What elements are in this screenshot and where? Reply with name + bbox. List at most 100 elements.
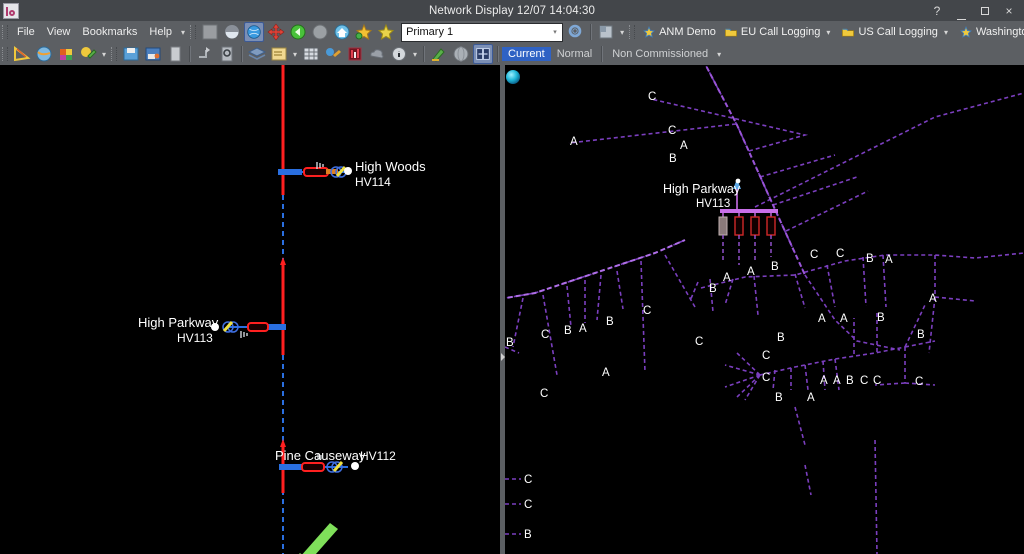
flag-marker-icon[interactable]: [56, 44, 76, 64]
toolbar2-separator-5: [601, 46, 604, 62]
phase-label: C: [540, 388, 548, 400]
site-id-hv112: HV112: [360, 449, 396, 463]
highlight-pen-icon[interactable]: [78, 44, 98, 64]
phase-label: A: [885, 254, 893, 266]
toolbar-separator-1: [590, 24, 593, 40]
save-display-icon[interactable]: [143, 44, 163, 64]
menu-view[interactable]: View: [41, 24, 77, 40]
bookmark-label: Washington: [975, 26, 1024, 38]
toolbar2-grip[interactable]: [2, 47, 8, 61]
world-view-icon[interactable]: [244, 22, 265, 42]
toolbar-grip-2[interactable]: [190, 25, 197, 39]
schematic-view[interactable]: High Woods HV114 High Parkway HV113 Pine…: [0, 65, 500, 554]
bookmark-anm-demo[interactable]: ANM Demo: [638, 24, 720, 40]
schematic-select-icon[interactable]: [596, 22, 616, 42]
zoom-prev-icon[interactable]: [288, 22, 308, 42]
phase-label: B: [777, 332, 785, 344]
site-hv113-geographic[interactable]: High Parkway HV113: [663, 178, 778, 265]
info-caret-icon[interactable]: ▾: [410, 50, 420, 59]
info-icon[interactable]: [389, 44, 409, 64]
phase-label: C: [915, 376, 923, 388]
split-view-icon[interactable]: [473, 44, 494, 64]
map-layer-icon[interactable]: [200, 22, 220, 42]
grid-icon[interactable]: [301, 44, 321, 64]
mode-non-commissioned[interactable]: Non Commissioned: [606, 47, 714, 61]
help-icon[interactable]: ?: [930, 5, 944, 17]
layers-icon[interactable]: [247, 44, 267, 64]
network-trace-icon[interactable]: [195, 44, 215, 64]
bookmark-us-call-logging[interactable]: US Call Logging ▾: [837, 24, 955, 40]
phase-label: A: [570, 136, 578, 148]
flow-arrow-up: [280, 439, 286, 447]
site-hv113-group[interactable]: High Parkway HV113: [138, 315, 286, 345]
zoom-next-icon[interactable]: [310, 22, 330, 42]
pan-tool-icon[interactable]: [266, 22, 286, 42]
phase-label: C: [668, 125, 676, 137]
mode-current[interactable]: Current: [502, 47, 551, 61]
close-button[interactable]: ×: [1002, 5, 1016, 17]
menu-file[interactable]: File: [11, 24, 41, 40]
globe-half-icon[interactable]: [222, 22, 242, 42]
bookmark-label: EU Call Logging: [740, 26, 821, 38]
earth-tool-icon[interactable]: [429, 44, 449, 64]
site-label-hv113: High Parkway: [138, 315, 219, 330]
geographic-view[interactable]: High Parkway HV113 C C B A A B A A B C C…: [505, 65, 1024, 554]
schematic-canvas[interactable]: High Woods HV114 High Parkway HV113 Pine…: [0, 65, 500, 554]
search-record-icon[interactable]: [217, 44, 237, 64]
busbar-hv114: [278, 169, 302, 175]
menu-overflow-caret[interactable]: ▾: [178, 28, 188, 37]
site-hv114-group[interactable]: High Woods HV114: [278, 159, 426, 189]
notes-icon[interactable]: [269, 44, 289, 64]
phase-label: B: [846, 375, 854, 387]
sphere-icon[interactable]: [451, 44, 471, 64]
star-bookmark-icon: [643, 25, 655, 38]
phase-label: A: [747, 266, 755, 278]
site-hv112-group[interactable]: Pine Causeway HV112: [275, 448, 396, 473]
maximize-button[interactable]: [978, 5, 992, 17]
favourite-star-icon[interactable]: [376, 22, 396, 42]
gear-icon[interactable]: [566, 22, 586, 42]
mode-caret-icon[interactable]: ▾: [714, 50, 724, 59]
chevron-down-icon[interactable]: ▾: [941, 28, 951, 37]
window-title: Network Display 12/07 14:04:30: [428, 4, 595, 17]
phase-label: C: [873, 375, 881, 387]
phase-label: A: [818, 313, 826, 325]
tools-caret-icon[interactable]: ▾: [99, 50, 109, 59]
bookmark-washington[interactable]: Washington: [955, 24, 1024, 40]
switch-hv112: [301, 462, 325, 472]
chevron-down-icon[interactable]: ▾: [823, 28, 833, 37]
menu-help[interactable]: Help: [143, 24, 178, 40]
notes-caret-icon[interactable]: ▾: [290, 50, 300, 59]
print-preview-icon[interactable]: [165, 44, 185, 64]
world-paint-icon[interactable]: [34, 44, 54, 64]
display-profile-value: Primary 1: [406, 26, 454, 38]
site-label-hv114: High Woods: [355, 159, 426, 174]
chevron-down-icon[interactable]: ▾: [548, 28, 562, 36]
home-view-icon[interactable]: [332, 22, 352, 42]
menu-bookmarks[interactable]: Bookmarks: [76, 24, 143, 40]
bar-chart-icon[interactable]: [345, 44, 365, 64]
weather-icon[interactable]: [367, 44, 387, 64]
network-lines: [505, 65, 1024, 554]
hv113-breaker-2: [734, 216, 744, 236]
favourite-add-icon[interactable]: [354, 22, 374, 42]
phase-label: B: [606, 316, 614, 328]
toolbar-grip[interactable]: [2, 25, 8, 39]
window-controls: ? ×: [930, 0, 1020, 21]
measure-tool-icon[interactable]: [12, 44, 32, 64]
phase-label: A: [723, 272, 731, 284]
open-folder-icon[interactable]: [121, 44, 141, 64]
bookmark-eu-call-logging[interactable]: EU Call Logging ▾: [720, 24, 838, 40]
geographic-canvas[interactable]: High Parkway HV113 C C B A A B A A B C C…: [505, 65, 1024, 554]
toolbar2-grip-2[interactable]: [111, 47, 118, 61]
toolbar2-separator-3: [423, 46, 426, 62]
globe-indicator-icon[interactable]: [506, 70, 520, 84]
symbols-icon[interactable]: [323, 44, 343, 64]
trunk-highlight: [704, 65, 806, 276]
toolbar-grip-3[interactable]: [629, 25, 636, 39]
display-profile-combo[interactable]: Primary 1 ▾: [401, 22, 564, 42]
minimize-button[interactable]: [954, 5, 968, 20]
schematic-caret-icon[interactable]: ▾: [617, 28, 627, 37]
site-label-hv112: Pine Causeway: [275, 448, 366, 463]
mode-normal[interactable]: Normal: [551, 47, 598, 61]
